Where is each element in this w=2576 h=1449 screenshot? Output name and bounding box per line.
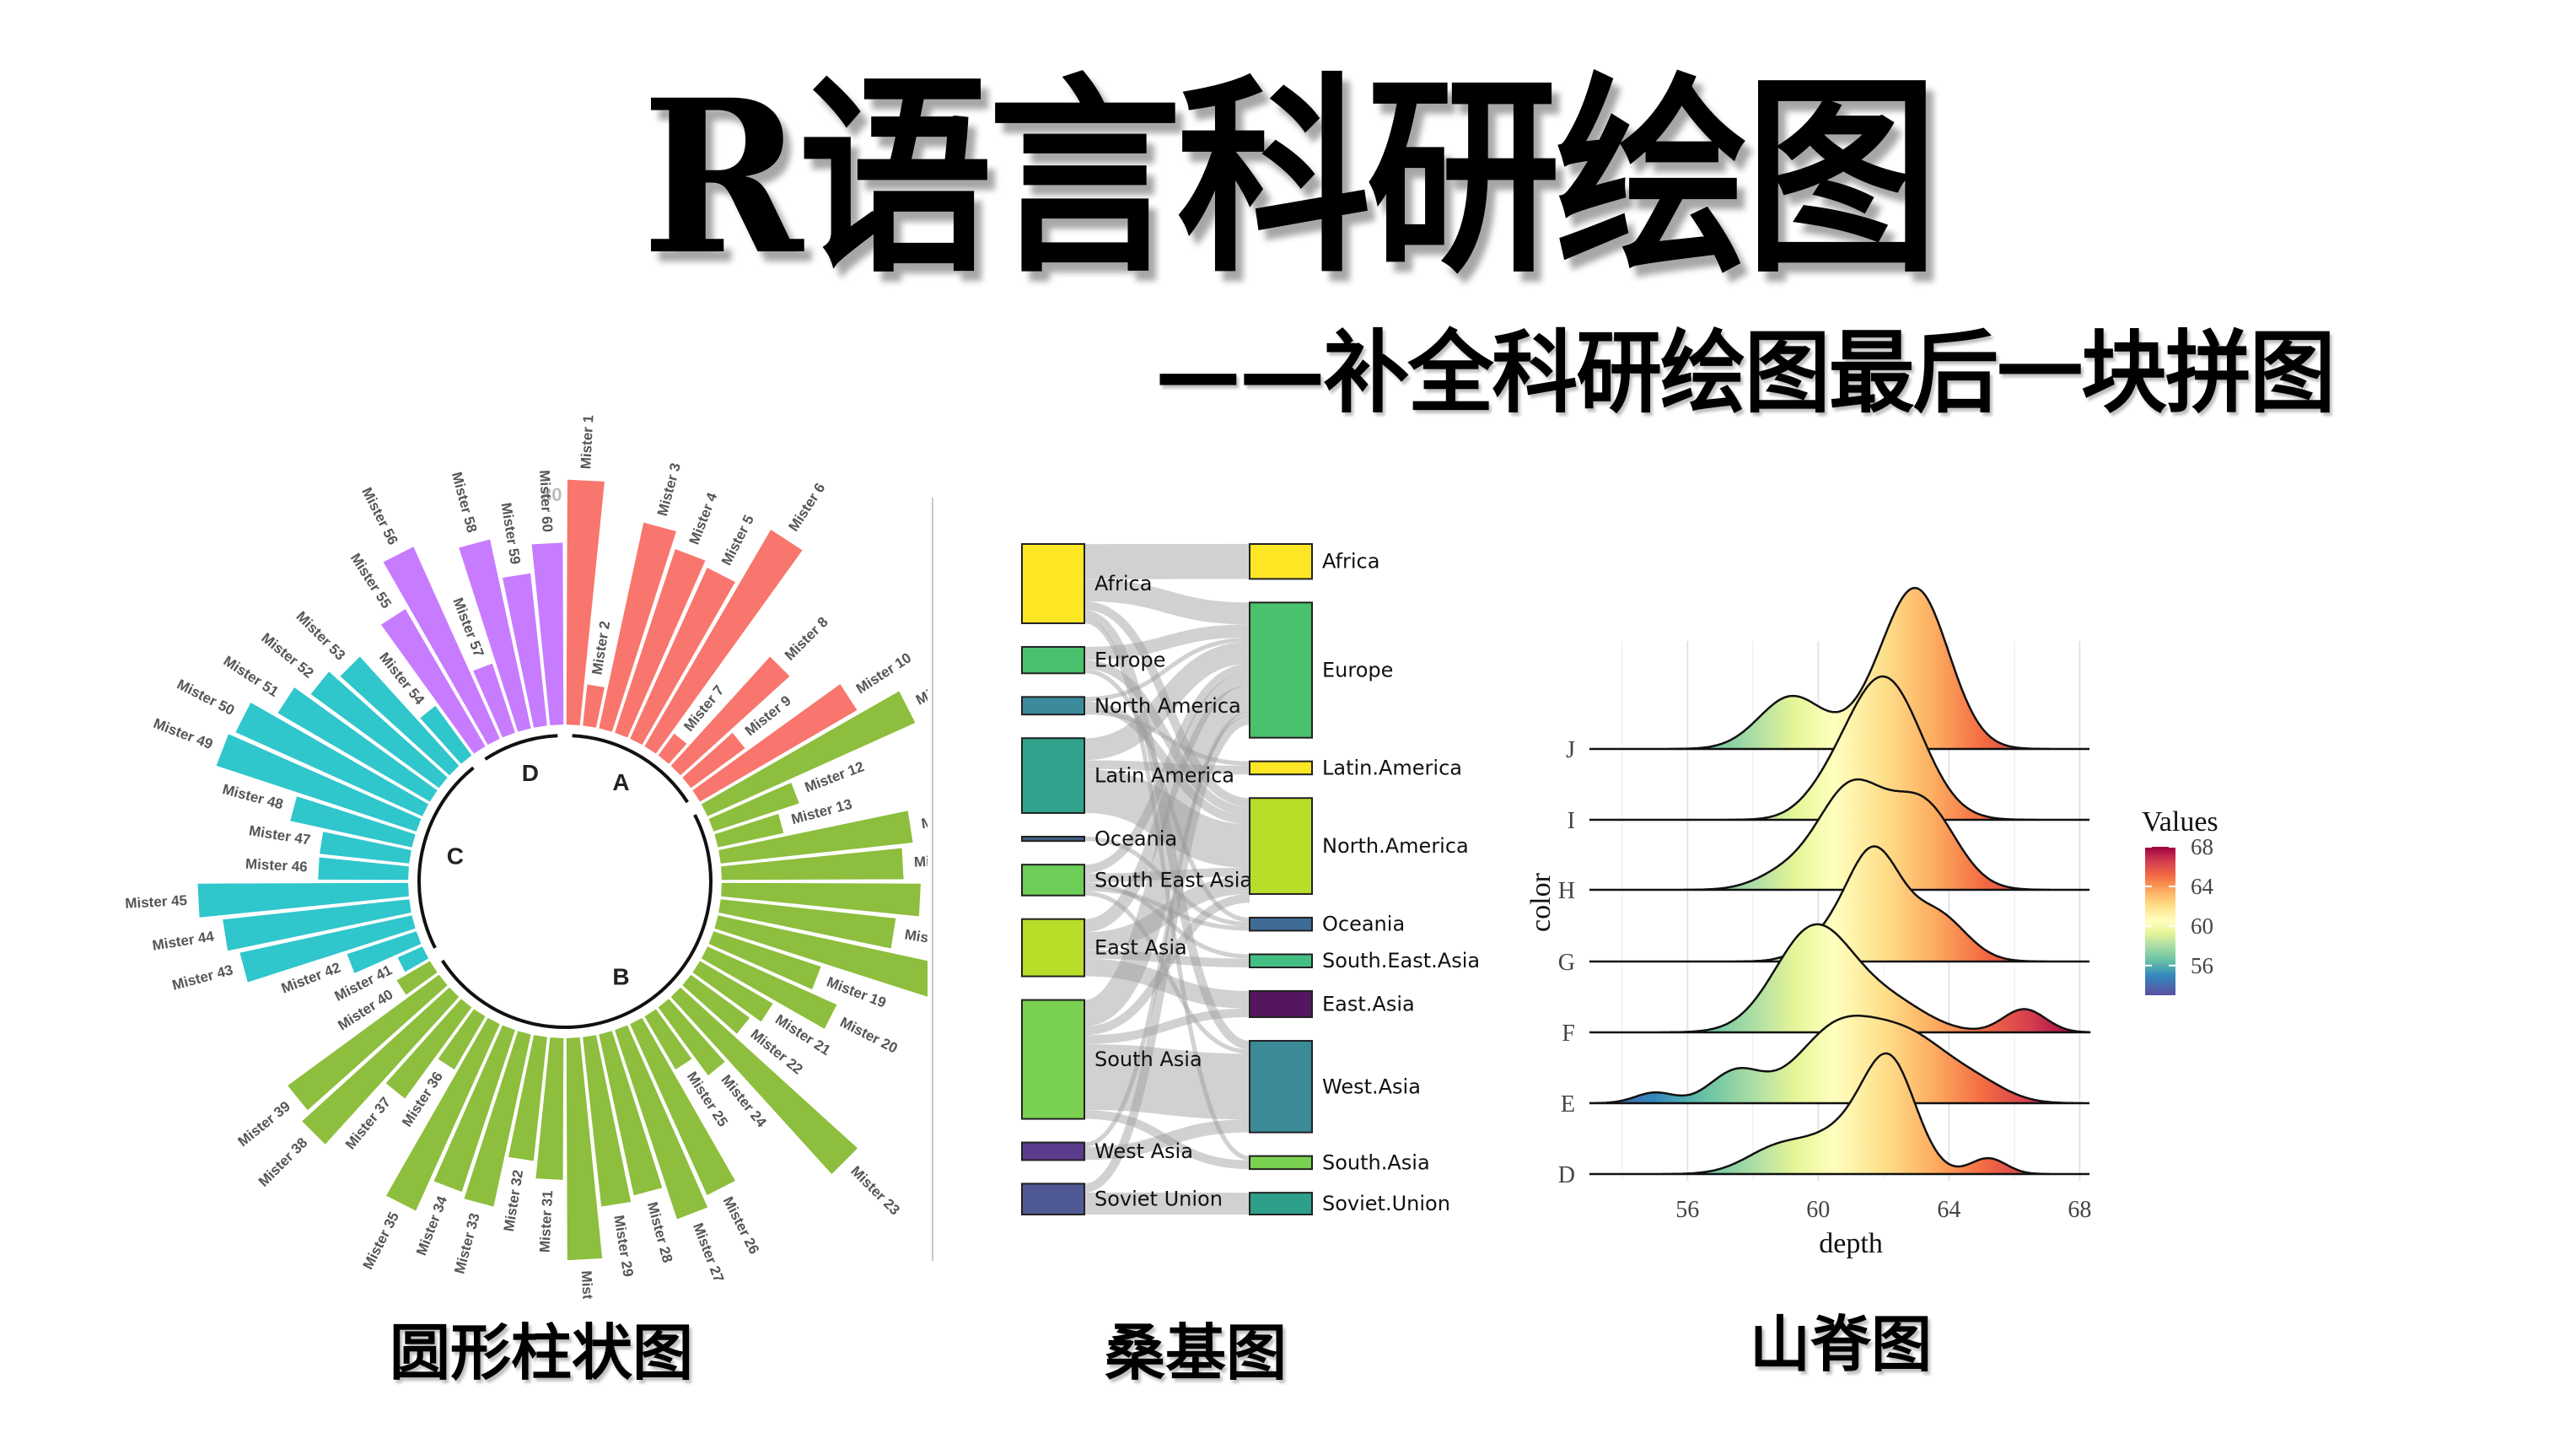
ridgeline-chart: J I H G F E D 56 60 64 68 depth color Values 56 60 64 68 <box>1525 586 2218 1259</box>
y-axis-label: color <box>1525 872 1557 932</box>
legend-title: Values <box>2142 806 2218 838</box>
legend-colorbar <box>2145 847 2175 995</box>
y-tick-label: I <box>1568 808 1575 834</box>
y-tick-label: H <box>1558 878 1575 904</box>
x-tick-label: 68 <box>2068 1197 2091 1223</box>
x-axis-label: depth <box>1819 1228 1883 1259</box>
y-tick-label: E <box>1561 1091 1575 1118</box>
x-tick-label: 56 <box>1675 1197 1699 1223</box>
caption-ridgeline: 山脊图 <box>1750 1309 1933 1380</box>
x-tick-label: 64 <box>1937 1197 1960 1223</box>
y-tick-label: J <box>1566 737 1575 763</box>
caption-circular: 圆形柱状图 <box>390 1317 694 1388</box>
legend-tick-label: 60 <box>2191 913 2213 939</box>
y-tick-label: F <box>1562 1021 1575 1047</box>
y-tick-label: G <box>1558 950 1575 976</box>
caption-sankey: 桑基图 <box>1105 1317 1288 1388</box>
x-tick-label: 60 <box>1806 1197 1830 1223</box>
legend-tick-label: 68 <box>2191 834 2213 859</box>
legend-tick-label: 64 <box>2191 874 2214 899</box>
y-tick-label: D <box>1558 1162 1575 1188</box>
legend-tick-label: 56 <box>2191 953 2213 978</box>
